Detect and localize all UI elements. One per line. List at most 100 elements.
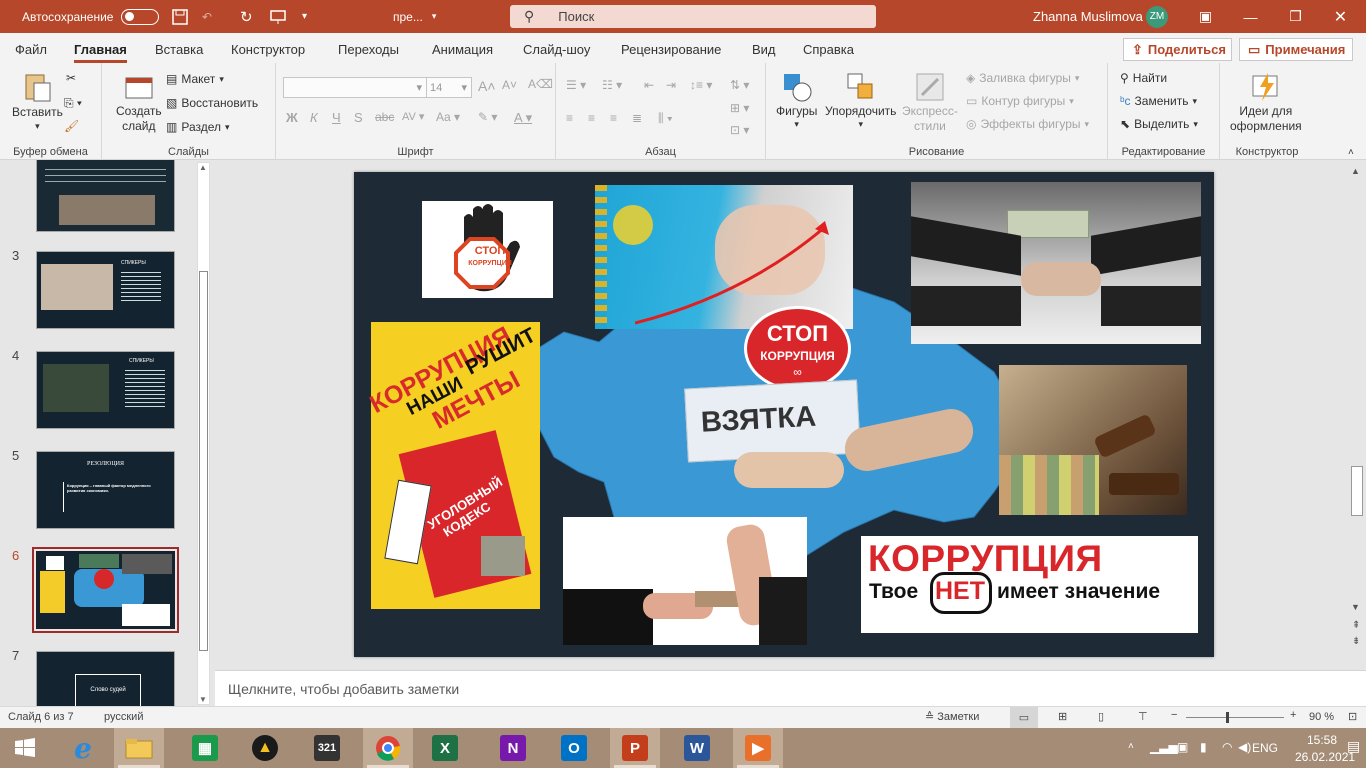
minimize-icon[interactable]: — xyxy=(1228,0,1273,33)
undo-icon[interactable]: ↶ xyxy=(202,0,212,33)
tray-expand-icon[interactable]: ˄ xyxy=(1128,741,1134,752)
font-grow-icon[interactable]: A˄ xyxy=(478,78,496,94)
notes-toggle[interactable]: ≙ Заметки xyxy=(925,710,979,723)
arrange-button[interactable]: Упорядочить ▾ xyxy=(825,71,896,130)
align-center-icon[interactable]: ≡ xyxy=(588,111,595,125)
comments-button[interactable]: ▭ Примечания xyxy=(1239,38,1353,61)
copy-icon[interactable]: ⎘ ▾ xyxy=(64,96,82,111)
strikethrough-icon[interactable]: abc xyxy=(375,110,394,124)
editor-scrollbar[interactable]: ▲ ▼ ⇞ ⇟ xyxy=(1349,162,1366,654)
section-button[interactable]: ▥ Раздел ▾ xyxy=(166,120,230,134)
scroll-down-icon[interactable]: ▼ xyxy=(1351,602,1360,612)
word-icon[interactable]: W xyxy=(672,728,722,768)
collapse-ribbon-icon[interactable]: ˄ xyxy=(1348,147,1354,158)
media-player-icon[interactable]: 321 xyxy=(302,728,352,768)
align-left-icon[interactable]: ≡ xyxy=(566,111,573,125)
language-indicator[interactable]: ENG xyxy=(1252,741,1278,755)
wifi-icon[interactable]: ◠ xyxy=(1222,740,1232,754)
slide-thumbnail-5[interactable]: РЕЗОЛЮЦИЯ Коррупция – главный фактор мед… xyxy=(36,451,175,529)
language-status[interactable]: русский xyxy=(104,711,143,723)
excel-icon[interactable]: X xyxy=(420,728,470,768)
present-icon[interactable] xyxy=(270,0,286,33)
text-direction-icon[interactable]: ⇅ ▾ xyxy=(730,78,749,92)
slide-thumbnail-6[interactable] xyxy=(36,551,175,629)
aimp-icon[interactable]: ▲ xyxy=(240,728,290,768)
volume-icon[interactable]: ◀) xyxy=(1238,740,1251,754)
align-text-icon[interactable]: ⊞ ▾ xyxy=(730,101,749,115)
scroll-up-icon[interactable]: ▲ xyxy=(199,163,207,172)
justify-icon[interactable]: ≣ xyxy=(632,111,642,125)
align-right-icon[interactable]: ≡ xyxy=(610,111,617,125)
slide-canvas[interactable]: СТОП КОРРУПЦИЯ КОРРУПЦИЯ РУШИТ НАШИ МЕЧТ… xyxy=(354,172,1214,657)
format-painter-icon[interactable]: 🖌 xyxy=(64,119,79,133)
signal-icon[interactable]: ▁▃▅ xyxy=(1150,740,1178,754)
autosave[interactable]: Автосохранение xyxy=(22,0,160,33)
shape-fill-button[interactable]: ◈ Заливка фигуры ▾ xyxy=(966,71,1079,85)
char-spacing-icon[interactable]: AV ▾ xyxy=(402,110,424,123)
slideshow-view-icon[interactable]: ⊤ xyxy=(1138,710,1148,723)
line-spacing-icon[interactable]: ↕≡ ▾ xyxy=(690,78,712,92)
share-button[interactable]: ⇪ Поделиться xyxy=(1123,38,1232,61)
zoom-level[interactable]: 90 % xyxy=(1309,711,1334,723)
underline-icon[interactable]: Ч xyxy=(332,110,341,125)
bold-icon[interactable]: Ж xyxy=(286,110,298,125)
font-shrink-icon[interactable]: A˅ xyxy=(502,78,517,92)
tab-home[interactable]: Главная xyxy=(74,42,127,63)
tab-animations[interactable]: Анимация xyxy=(432,42,493,57)
scroll-down-icon[interactable]: ▼ xyxy=(199,695,207,704)
quick-styles-button[interactable]: Экспресс- стили xyxy=(902,71,958,133)
select-button[interactable]: ⬉ Выделить ▾ xyxy=(1120,117,1198,131)
replace-button[interactable]: ᵇc Заменить ▾ xyxy=(1120,94,1197,108)
reading-view-icon[interactable]: ▯ xyxy=(1098,710,1104,723)
columns-icon[interactable]: ⫼ ▾ xyxy=(658,111,673,126)
zoom-in-icon[interactable]: + xyxy=(1290,709,1296,721)
search-box[interactable]: ⚲ Поиск xyxy=(510,5,876,28)
slide-sorter-icon[interactable]: ⊞ xyxy=(1058,710,1067,723)
notifications-icon[interactable]: ▤ xyxy=(1347,738,1360,755)
tab-help[interactable]: Справка xyxy=(803,42,854,57)
tab-transitions[interactable]: Переходы xyxy=(338,42,399,57)
video-app-icon[interactable]: ▶ xyxy=(733,728,783,768)
shape-effects-button[interactable]: ◎ Эффекты фигуры ▾ xyxy=(966,117,1089,131)
italic-icon[interactable]: К xyxy=(310,110,318,125)
user-name[interactable]: Zhanna Muslimova xyxy=(1033,0,1143,33)
avatar[interactable]: ZM xyxy=(1146,0,1168,33)
slide-thumbnail-4[interactable]: СПИКЕРЫ xyxy=(36,351,175,429)
outlook-icon[interactable]: O xyxy=(549,728,599,768)
zoom-slider[interactable] xyxy=(1186,712,1284,723)
start-button[interactable] xyxy=(0,728,50,768)
change-case-icon[interactable]: Aa ▾ xyxy=(436,110,460,124)
scrollbar-thumb[interactable] xyxy=(199,271,208,651)
increase-indent-icon[interactable]: ⇥ xyxy=(666,78,676,92)
fit-slide-icon[interactable]: ⊡ xyxy=(1348,710,1357,723)
tab-design[interactable]: Конструктор xyxy=(231,42,305,57)
document-title[interactable]: пре... ▾ xyxy=(393,0,436,33)
reset-button[interactable]: ▧ Восстановить xyxy=(166,96,258,110)
scrollbar-thumb[interactable] xyxy=(1351,466,1363,516)
clock-time[interactable]: 15:58 xyxy=(1307,733,1337,747)
zoom-out-icon[interactable]: − xyxy=(1171,709,1177,721)
find-button[interactable]: ⚲ Найти xyxy=(1120,71,1167,85)
network-icon[interactable]: ▣ xyxy=(1177,740,1188,754)
ribbon-display-icon[interactable]: ▣ xyxy=(1183,0,1228,33)
thumbnails-scrollbar[interactable]: ▲ ▼ xyxy=(197,162,210,705)
next-slide-icon[interactable]: ⇟ xyxy=(1352,636,1360,647)
layout-button[interactable]: ▤ Макет ▾ xyxy=(166,72,224,86)
save-icon[interactable] xyxy=(172,0,188,33)
qat-more-icon[interactable]: ▾ xyxy=(302,0,307,33)
paste-button[interactable]: Вставить ▾ xyxy=(12,71,63,132)
file-explorer-icon[interactable] xyxy=(114,728,164,768)
font-color-icon[interactable]: A ▾ xyxy=(514,110,532,126)
restore-icon[interactable]: ❐ xyxy=(1273,0,1318,33)
slide-thumbnail-2[interactable] xyxy=(36,160,175,232)
tab-insert[interactable]: Вставка xyxy=(155,42,203,57)
prev-slide-icon[interactable]: ⇞ xyxy=(1352,620,1360,631)
tab-file[interactable]: Файл xyxy=(15,42,47,57)
slide-thumbnail-3[interactable]: СПИКЕРЫ xyxy=(36,251,175,329)
smartart-icon[interactable]: ⊡ ▾ xyxy=(730,123,749,137)
design-ideas-button[interactable]: Идеи для оформления xyxy=(1230,71,1302,133)
autosave-toggle[interactable] xyxy=(121,8,160,25)
scroll-up-icon[interactable]: ▲ xyxy=(1351,166,1360,176)
tab-slideshow[interactable]: Слайд-шоу xyxy=(523,42,590,57)
notes-pane[interactable]: Щелкните, чтобы добавить заметки xyxy=(215,670,1366,706)
